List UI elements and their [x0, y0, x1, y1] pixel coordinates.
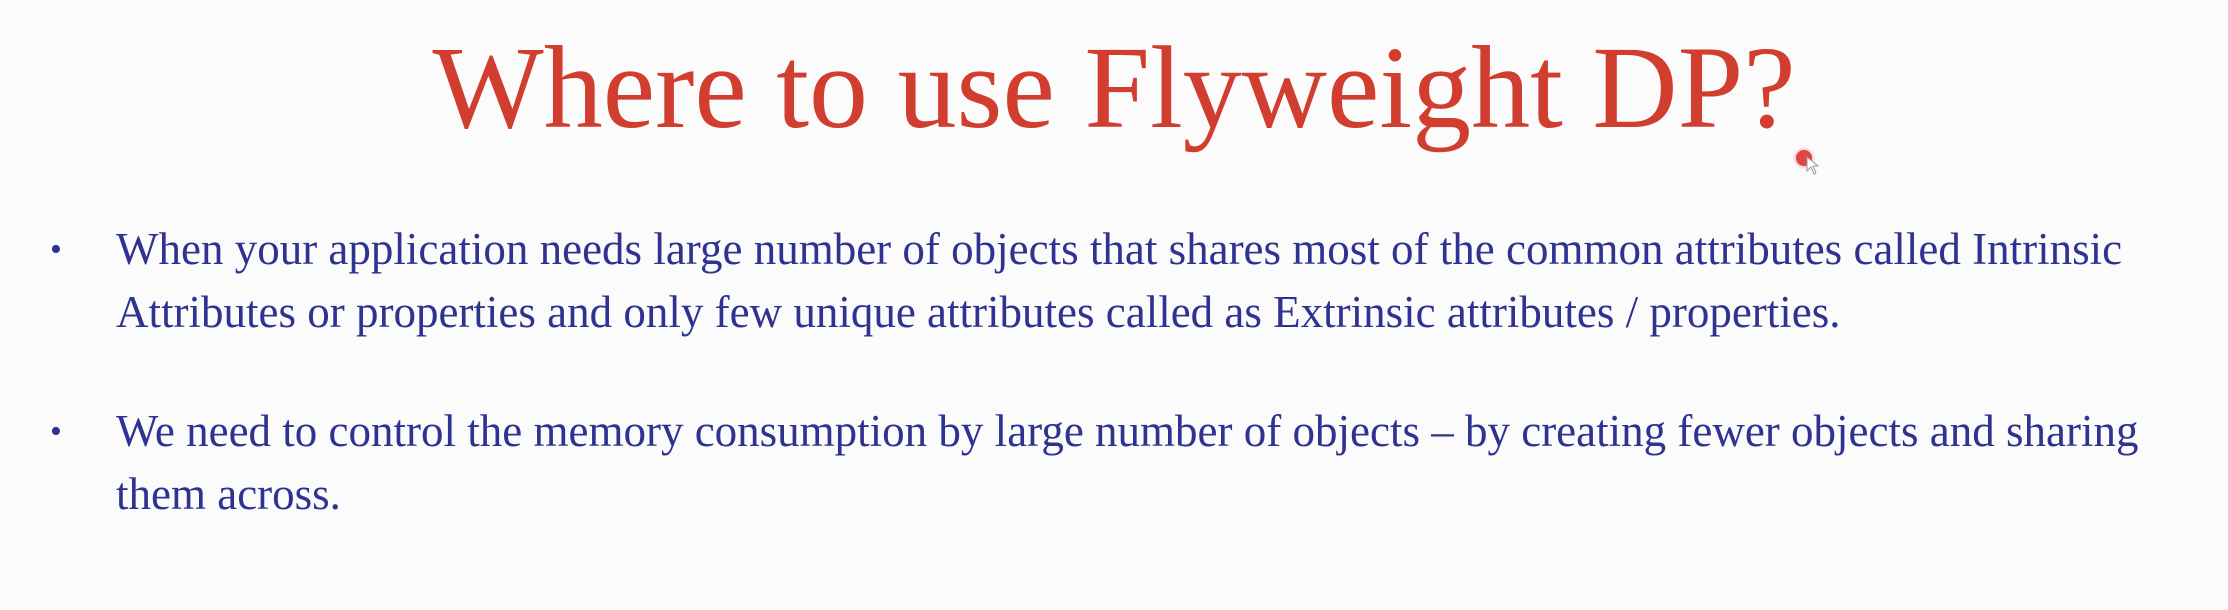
laser-pointer-icon: [1796, 150, 1820, 175]
bullet-list: • When your application needs large numb…: [50, 218, 2200, 582]
bullet-item: • When your application needs large numb…: [50, 218, 2200, 344]
bullet-item: • We need to control the memory consumpt…: [50, 400, 2200, 526]
bullet-dot-icon: •: [50, 231, 62, 268]
presentation-slide: Where to use Flyweight DP? • When your a…: [0, 0, 2228, 610]
cursor-arrow-icon: [1806, 156, 1820, 175]
bullet-text: We need to control the memory consumptio…: [116, 406, 2139, 519]
bullet-dot-icon: •: [50, 413, 62, 450]
bullet-text: When your application needs large number…: [116, 224, 2123, 337]
slide-title: Where to use Flyweight DP?: [432, 22, 1796, 153]
